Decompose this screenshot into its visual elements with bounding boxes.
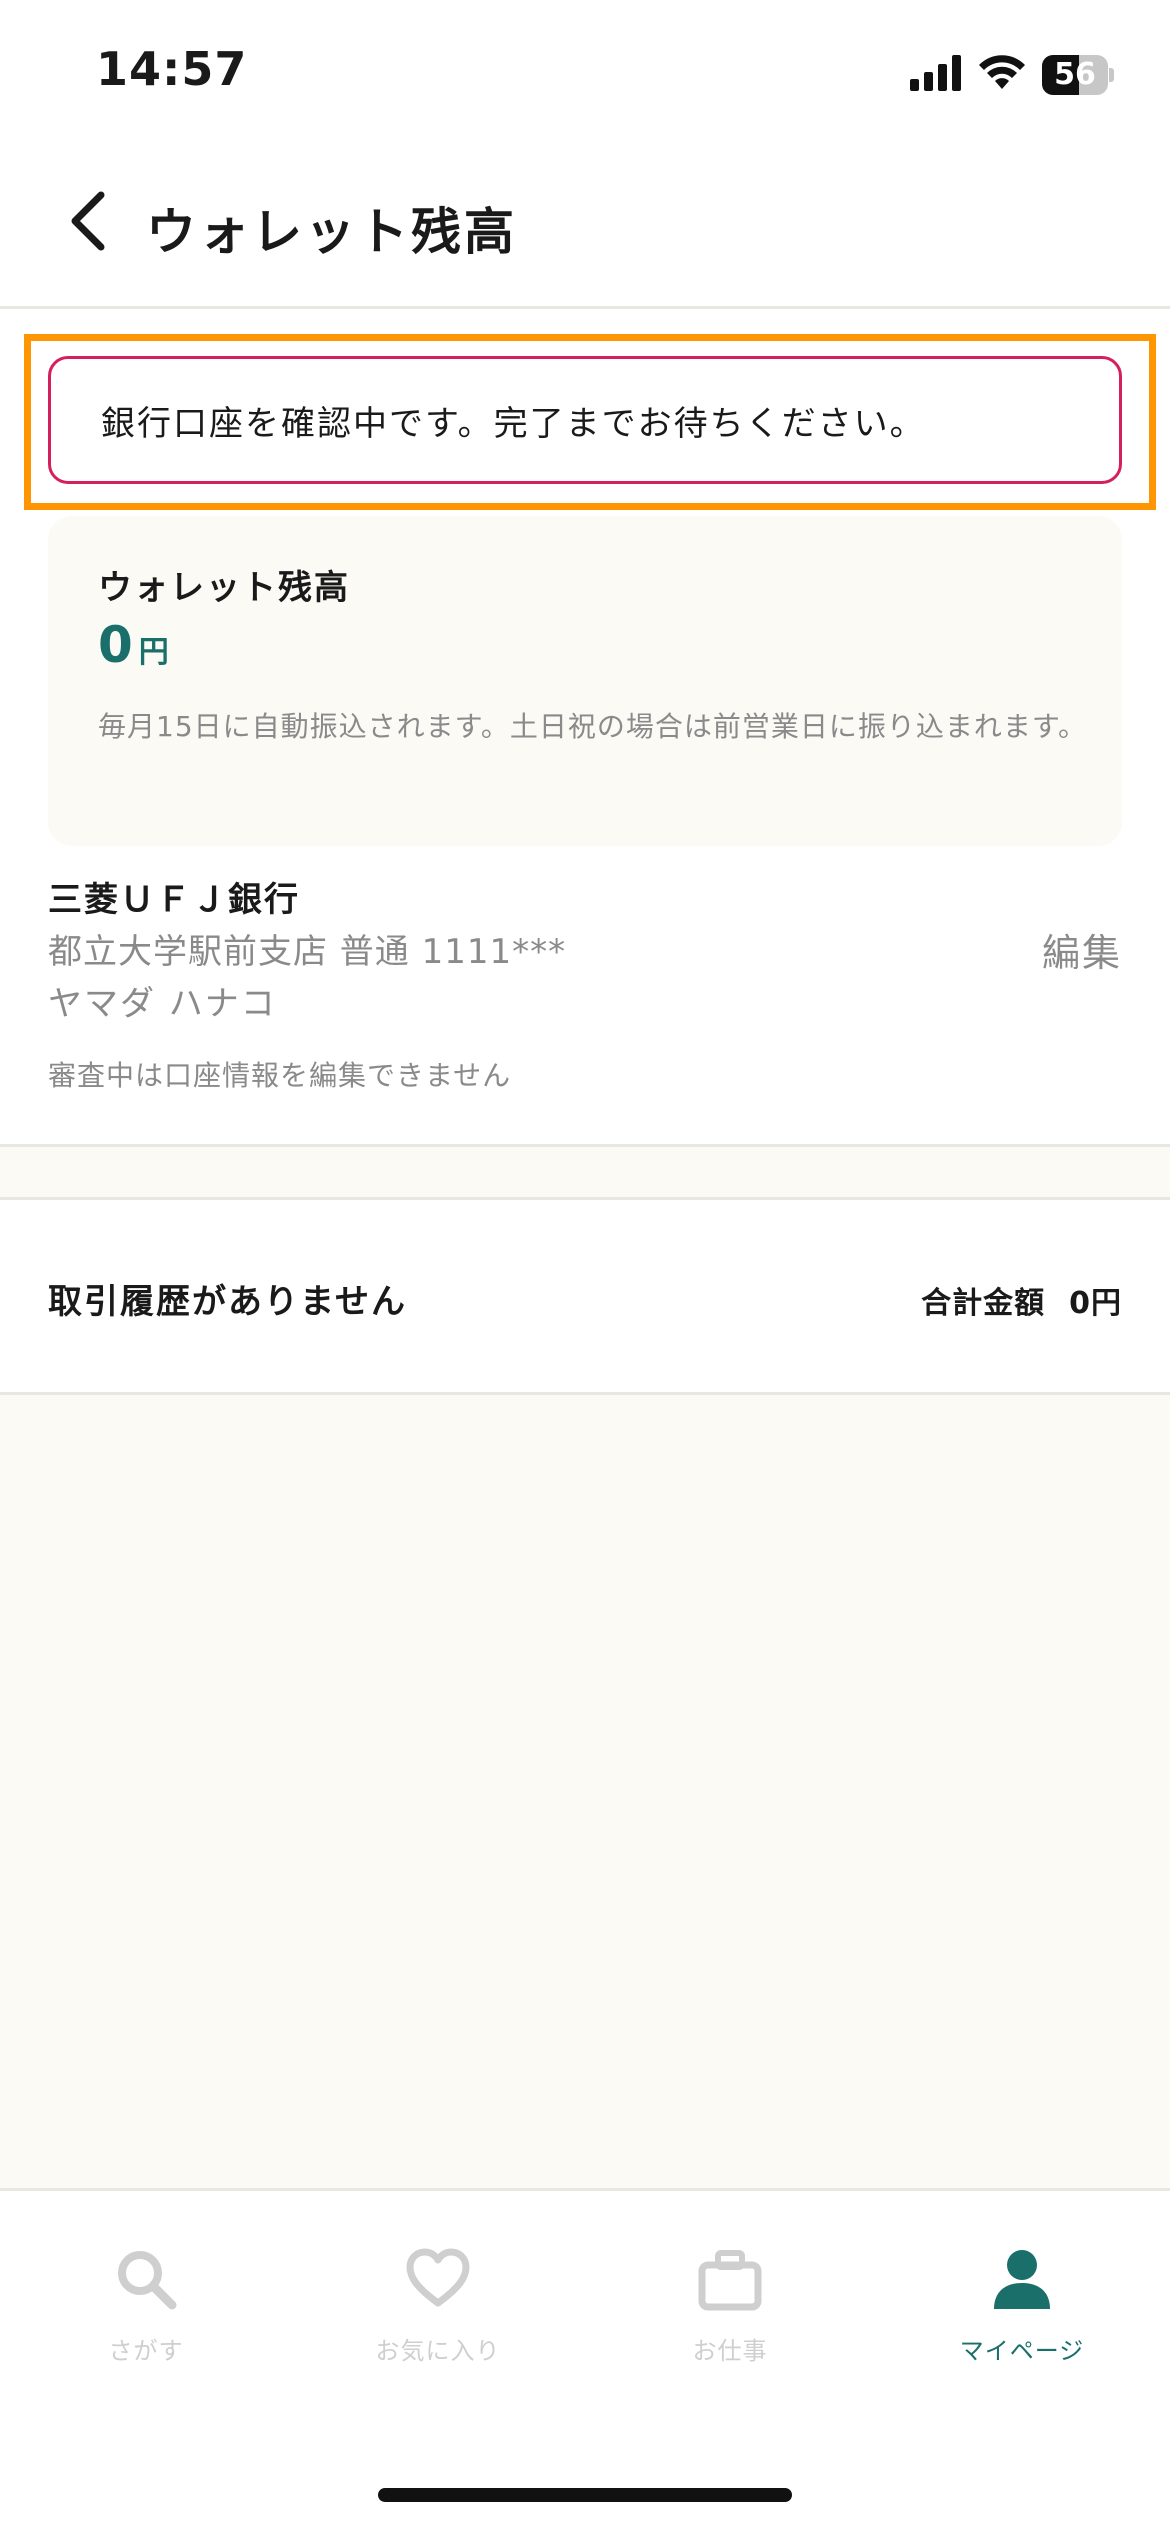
notice-message: 銀行口座を確認中です。完了までお待ちください。	[101, 403, 926, 444]
bank-name: 三菱ＵＦＪ銀行	[48, 880, 300, 920]
tab-jobs[interactable]: お仕事	[584, 2247, 876, 2387]
battery-icon: 56	[1042, 55, 1114, 95]
tab-favorites[interactable]: お気に入り	[292, 2247, 584, 2387]
cellular-signal-icon	[910, 55, 962, 95]
wallet-amount-value: 0	[98, 616, 133, 674]
tab-label: マイページ	[959, 2337, 1085, 2365]
tab-bar: さがす お気に入り お仕事 マイページ	[0, 2188, 1170, 2535]
person-icon	[990, 2247, 1054, 2311]
wallet-amount-unit: 円	[138, 635, 169, 670]
bank-account-holder: ヤマダ ハナコ	[48, 984, 277, 1024]
navigation-header: ウォレット残高	[0, 150, 1170, 309]
edit-bank-button[interactable]: 編集	[1042, 922, 1122, 977]
back-button[interactable]	[54, 188, 124, 258]
tab-search[interactable]: さがす	[0, 2247, 292, 2387]
tab-label: お気に入り	[375, 2337, 501, 2365]
status-time: 14:57	[96, 42, 248, 96]
transaction-history-row: 取引履歴がありません 合計金額 0円	[0, 1200, 1170, 1392]
wallet-transfer-note: 毎月15日に自動振込されます。土日祝の場合は前営業日に振り込まれます。	[98, 710, 1088, 743]
battery-level: 56	[1054, 57, 1096, 92]
section-divider	[0, 1144, 1170, 1200]
history-total-label: 合計金額	[921, 1286, 1046, 1321]
bank-verification-notice: 銀行口座を確認中です。完了までお待ちください。	[48, 356, 1122, 484]
wifi-icon	[978, 55, 1026, 95]
wallet-amount: 0円	[98, 616, 169, 674]
tab-label: さがす	[108, 2337, 184, 2365]
empty-content-area	[0, 1392, 1170, 2191]
tab-label: お仕事	[692, 2337, 768, 2365]
briefcase-icon	[698, 2247, 762, 2311]
home-indicator[interactable]	[378, 2488, 792, 2502]
history-total: 合計金額 0円	[921, 1278, 1122, 1322]
history-empty-text: 取引履歴がありません	[48, 1282, 407, 1322]
tab-mypage[interactable]: マイページ	[876, 2247, 1168, 2387]
wallet-label: ウォレット残高	[98, 568, 350, 608]
heart-icon	[406, 2247, 470, 2311]
wallet-balance-card: ウォレット残高 0円 毎月15日に自動振込されます。土日祝の場合は前営業日に振り…	[48, 516, 1122, 846]
page-title: ウォレット残高	[146, 203, 517, 261]
history-total-value: 0円	[1069, 1286, 1122, 1321]
status-icons: 56	[910, 50, 1114, 100]
status-bar: 14:57 56	[0, 0, 1170, 150]
bank-branch-account: 都立大学駅前支店 普通 1111***	[48, 932, 567, 972]
search-icon	[114, 2247, 178, 2311]
bank-edit-locked-note: 審査中は口座情報を編集できません	[48, 1059, 512, 1092]
chevron-left-icon	[67, 191, 111, 255]
